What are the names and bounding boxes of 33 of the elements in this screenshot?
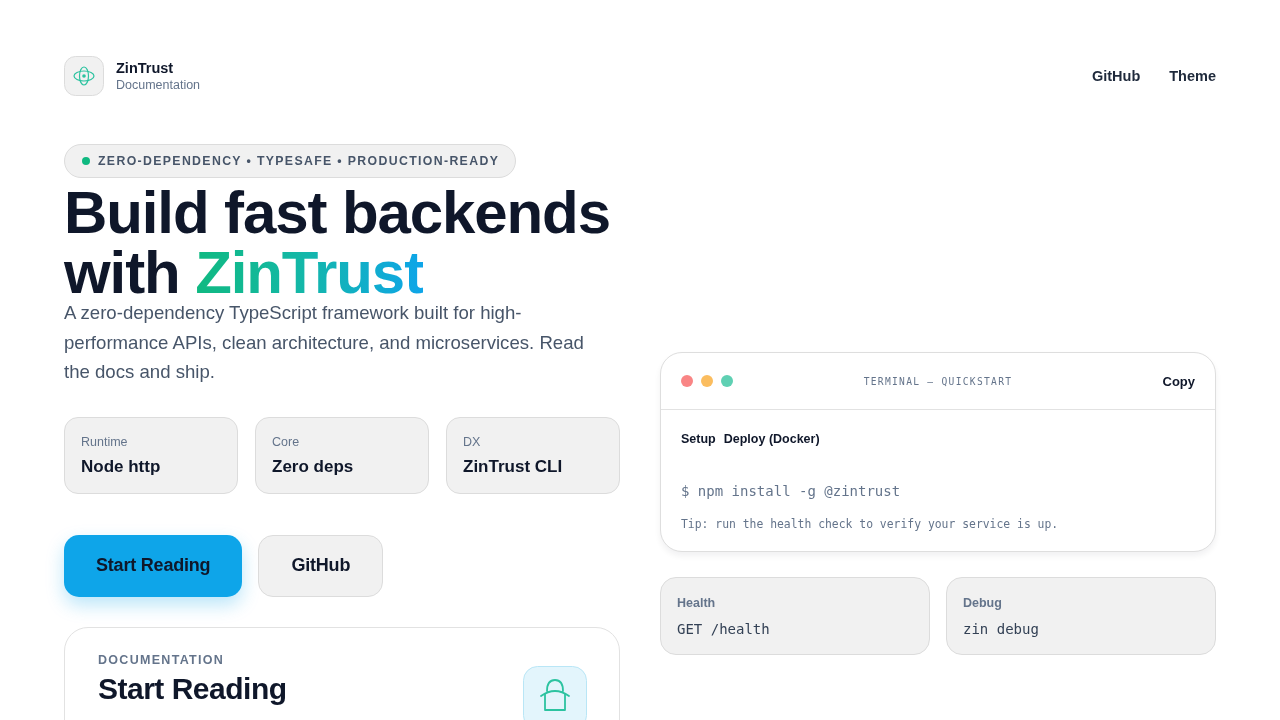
hero-description: A zero-dependency TypeScript framework built for high-performance APIs, clean architecture, and microservices. Read the docs and ship.	[64, 301, 585, 384]
brand-subtitle: Documentation	[116, 77, 201, 93]
terminal-tab[interactable]: Setup	[681, 432, 716, 446]
hero-heading: Build fast backends with ZinTrust	[64, 183, 610, 303]
primary-button[interactable]: Start Reading	[64, 534, 243, 597]
info-label: Health	[677, 595, 717, 611]
lock-icon	[523, 665, 587, 720]
atom-icon	[64, 56, 104, 96]
stat-value: Zero deps	[272, 455, 355, 478]
window-dot-icon	[721, 375, 733, 387]
command-text: $ npm install -g @zintrust	[681, 482, 902, 500]
brand-name: ZinTrust	[116, 59, 175, 77]
tip-text: Tip: run the health check to verify your service is up.	[681, 517, 1060, 531]
stat-label: Core	[272, 433, 301, 450]
terminal-tab[interactable]: Deploy (Docker)	[723, 432, 820, 446]
status-dot-icon	[82, 157, 90, 165]
copy-button[interactable]: Copy	[1162, 373, 1195, 389]
nav-link[interactable]: Theme	[1169, 68, 1216, 84]
stat-value: Node http	[81, 455, 162, 478]
info-value: zin debug	[963, 620, 1040, 638]
info-label: Debug	[963, 595, 1003, 611]
stat-value: ZinTrust CLI	[463, 455, 564, 478]
window-dot-icon	[701, 375, 713, 387]
terminal-title: TERMINAL — QUICKSTART	[863, 375, 1013, 387]
stat-label: DX	[463, 433, 482, 450]
stat-label: Runtime	[81, 433, 129, 450]
secondary-button[interactable]: GitHub	[258, 534, 384, 597]
doc-title: Start Reading	[98, 671, 287, 706]
tagline-text: ZERO-DEPENDENCY • TYPESAFE • PRODUCTION-READY	[98, 154, 500, 168]
doc-eyebrow: DOCUMENTATION	[98, 651, 226, 668]
nav-link[interactable]: GitHub	[1091, 68, 1141, 84]
window-dot-icon	[681, 375, 693, 387]
info-value: GET /health	[677, 620, 771, 638]
